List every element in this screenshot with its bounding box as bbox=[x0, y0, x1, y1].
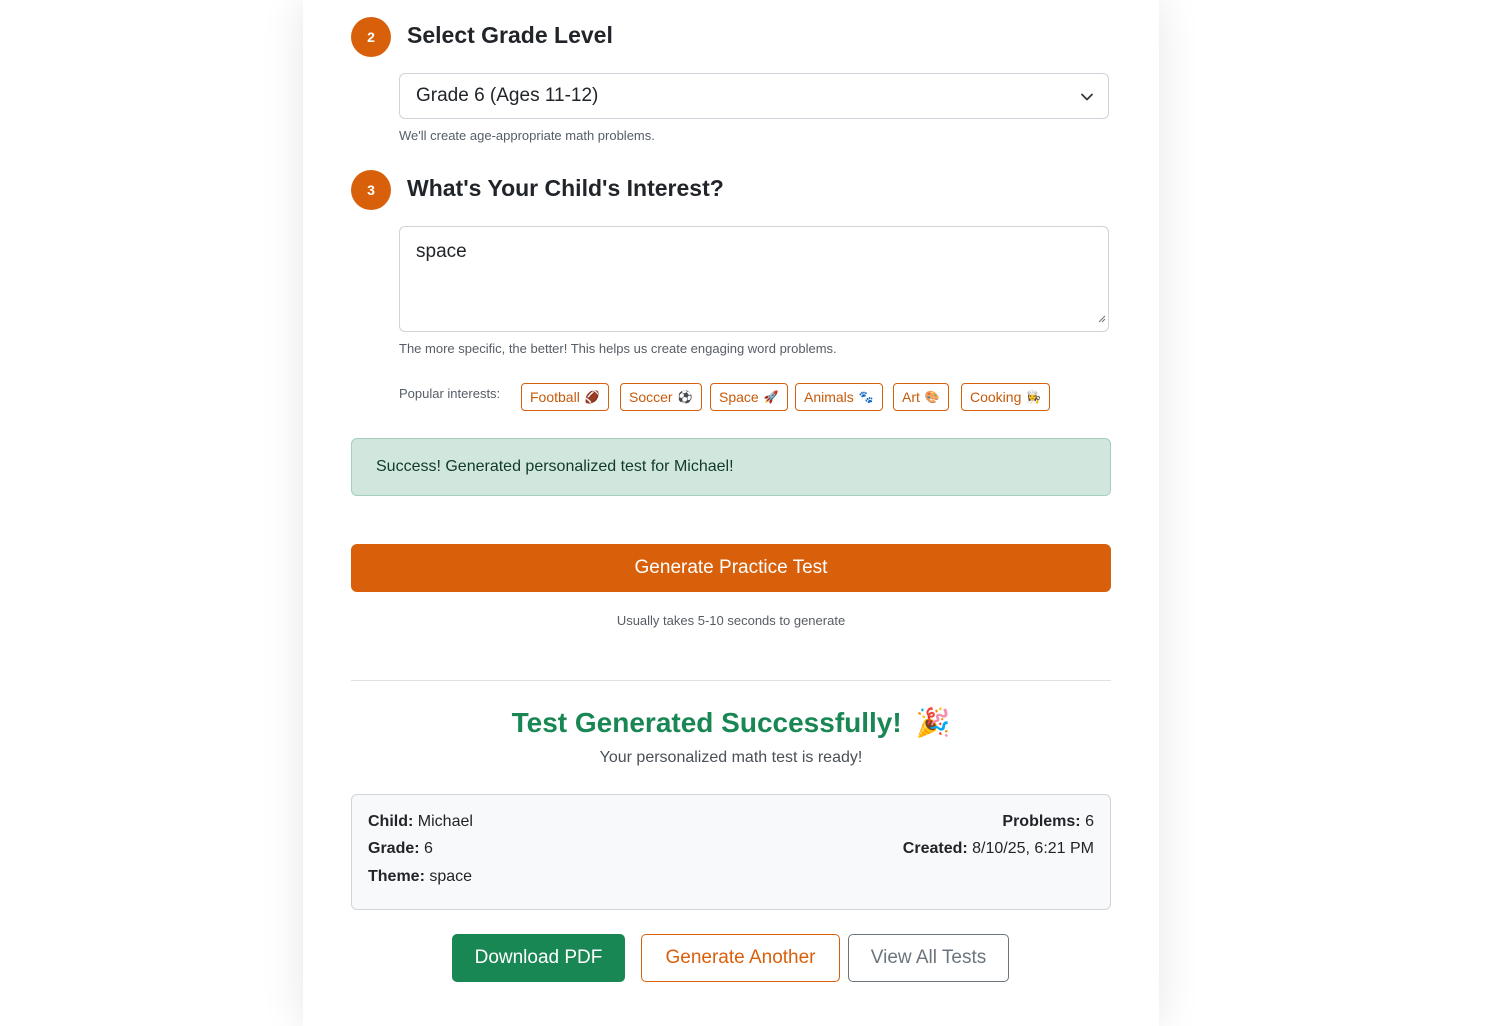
chip-animals[interactable]: Animals 🐾 bbox=[795, 383, 883, 411]
grade-info: Grade: 6 bbox=[368, 840, 433, 858]
form-card: 2 Select Grade Level Grade 6 (Ages 11-12… bbox=[303, 0, 1159, 1026]
soccer-ball-icon: ⚽ bbox=[677, 390, 693, 404]
palette-icon: 🎨 bbox=[924, 390, 940, 404]
generate-another-label: Generate Another bbox=[665, 947, 816, 968]
problems-info: Problems: 6 bbox=[1002, 813, 1094, 831]
created-info: Created: 8/10/25, 6:21 PM bbox=[903, 840, 1094, 858]
result-title: Test Generated Successfully! 🎉 bbox=[351, 706, 1111, 739]
chip-space[interactable]: Space 🚀 bbox=[710, 383, 788, 411]
chip-label: Cooking bbox=[970, 389, 1022, 405]
download-pdf-button[interactable]: Download PDF bbox=[452, 934, 625, 982]
result-subtitle: Your personalized math test is ready! bbox=[599, 749, 863, 766]
party-popper-icon: 🎉 bbox=[915, 707, 951, 738]
chip-label: Soccer bbox=[629, 389, 673, 405]
generate-another-button[interactable]: Generate Another bbox=[641, 934, 840, 982]
step-2-title: Select Grade Level bbox=[407, 22, 613, 48]
chip-label: Art bbox=[902, 389, 920, 405]
rocket-icon: 🚀 bbox=[763, 390, 779, 404]
step-2-number: 2 bbox=[367, 29, 375, 45]
chip-label: Football bbox=[530, 389, 580, 405]
chip-art[interactable]: Art 🎨 bbox=[893, 383, 949, 411]
view-all-tests-button[interactable]: View All Tests bbox=[848, 934, 1009, 982]
created-value: 8/10/25, 6:21 PM bbox=[972, 840, 1094, 857]
step-3-badge: 3 bbox=[351, 170, 391, 210]
interest-help-text: The more specific, the better! This help… bbox=[399, 341, 837, 356]
chip-label: Space bbox=[719, 389, 759, 405]
theme-info: Theme: space bbox=[368, 868, 472, 886]
grade-value: 6 bbox=[424, 840, 433, 857]
success-alert-message: Success! Generated personalized test for… bbox=[376, 458, 734, 475]
chip-label: Animals bbox=[804, 389, 854, 405]
view-all-tests-label: View All Tests bbox=[870, 947, 987, 968]
popular-interests-label: Popular interests: bbox=[399, 386, 501, 401]
success-alert: Success! Generated personalized test for… bbox=[351, 438, 1111, 496]
result-title-text: Test Generated Successfully! bbox=[511, 707, 902, 738]
created-label: Created: bbox=[902, 840, 968, 857]
step-2-badge: 2 bbox=[351, 17, 391, 57]
grade-help-text: We'll create age-appropriate math proble… bbox=[399, 128, 655, 143]
problems-value: 6 bbox=[1085, 813, 1094, 830]
interest-textarea[interactable]: space bbox=[399, 226, 1109, 332]
generate-button-label: Generate Practice Test bbox=[634, 557, 828, 578]
grade-select[interactable]: Grade 6 (Ages 11-12) bbox=[399, 73, 1109, 119]
chip-cooking[interactable]: Cooking 👩‍🍳 bbox=[961, 383, 1051, 411]
test-details-box: Child: Michael Grade: 6 Theme: space Pro… bbox=[351, 794, 1111, 910]
download-pdf-label: Download PDF bbox=[474, 947, 603, 968]
child-value: Michael bbox=[417, 813, 473, 830]
chevron-down-icon bbox=[1080, 88, 1094, 110]
grade-label: Grade: bbox=[368, 840, 420, 857]
step-3-title: What's Your Child's Interest? bbox=[407, 175, 724, 201]
generate-time-note: Usually takes 5-10 seconds to generate bbox=[616, 613, 846, 628]
paw-prints-icon: 🐾 bbox=[858, 390, 874, 404]
cook-icon: 👩‍🍳 bbox=[1026, 390, 1042, 404]
theme-label: Theme: bbox=[368, 868, 425, 885]
generate-practice-test-button[interactable]: Generate Practice Test bbox=[351, 544, 1111, 592]
section-divider bbox=[351, 680, 1111, 681]
child-label: Child: bbox=[368, 813, 414, 830]
step-3-number: 3 bbox=[367, 182, 375, 198]
child-info: Child: Michael bbox=[368, 813, 473, 831]
chip-soccer[interactable]: Soccer ⚽ bbox=[620, 383, 702, 411]
theme-value: space bbox=[429, 868, 473, 885]
problems-label: Problems: bbox=[1002, 813, 1081, 830]
chip-football[interactable]: Football 🏈 bbox=[521, 383, 609, 411]
interest-textarea-value: space bbox=[416, 241, 467, 262]
football-icon: 🏈 bbox=[584, 390, 600, 404]
resize-grip-icon[interactable] bbox=[1096, 307, 1106, 329]
grade-select-value: Grade 6 (Ages 11-12) bbox=[416, 85, 599, 106]
